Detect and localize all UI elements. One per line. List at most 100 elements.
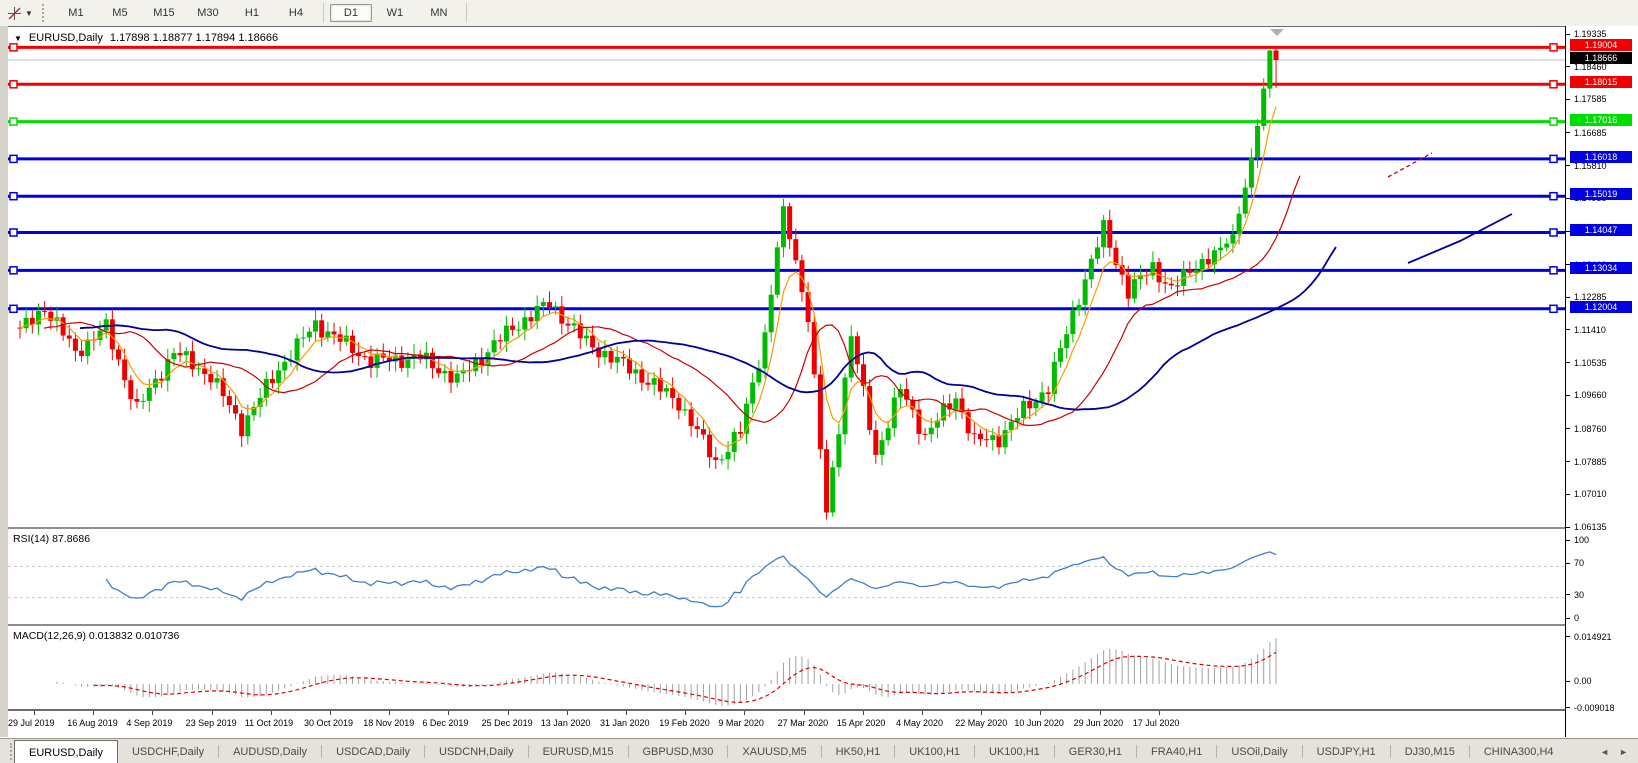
date-axis[interactable]: 29 Jul 201916 Aug 20194 Sep 201923 Sep 2… xyxy=(8,709,1565,740)
candle-body xyxy=(978,434,983,440)
candle-body xyxy=(122,359,127,380)
chart-tab-audusd-daily[interactable]: AUDUSD,Daily xyxy=(219,739,321,763)
date-label: 27 Mar 2020 xyxy=(778,718,829,728)
candle-body xyxy=(676,398,681,411)
red-dashed-segment[interactable] xyxy=(1388,153,1432,177)
chart-tab-gbpusd-m30[interactable]: GBPUSD,M30 xyxy=(629,739,728,763)
candle-body xyxy=(590,336,595,348)
axis-tick-mark xyxy=(1566,395,1570,396)
tabbar-grip[interactable] xyxy=(2,743,12,760)
chart-shift-marker-icon[interactable] xyxy=(1270,29,1284,36)
chart-tab-eurusd-m15[interactable]: EURUSD,M15 xyxy=(529,739,628,763)
line-price-label: 1.12004 xyxy=(1570,301,1632,313)
axis-tick-mark xyxy=(1566,329,1570,330)
toolbar-separator xyxy=(323,3,324,23)
tab-scroll-right-icon[interactable]: ► xyxy=(1619,747,1628,757)
line-handle[interactable] xyxy=(1550,193,1557,200)
line-handle[interactable] xyxy=(10,267,17,274)
line-handle[interactable] xyxy=(1550,44,1557,51)
moving-average-mid[interactable] xyxy=(44,176,1300,426)
date-label: 9 Mar 2020 xyxy=(718,718,764,728)
candle-body xyxy=(215,378,220,382)
candle-body xyxy=(824,449,829,512)
candle-body xyxy=(572,323,577,325)
line-handle[interactable] xyxy=(10,229,17,236)
chart-tab-usoil-daily[interactable]: USOil,Daily xyxy=(1217,739,1301,763)
line-handle[interactable] xyxy=(10,44,17,51)
chart-tab-xauusd-m5[interactable]: XAUUSD,M5 xyxy=(728,739,820,763)
chart-window: ▼ EURUSD,Daily 1.17898 1.18877 1.17894 1… xyxy=(8,26,1565,738)
candle-body xyxy=(670,388,675,398)
date-label: 19 Feb 2020 xyxy=(659,718,710,728)
rsi-panel[interactable]: RSI(14) 87.8686 xyxy=(8,527,1565,626)
main-chart-panel[interactable]: ▼ EURUSD,Daily 1.17898 1.18877 1.17894 1… xyxy=(8,27,1565,527)
axis-tick-mark xyxy=(1566,563,1570,564)
macd-plot[interactable] xyxy=(8,626,1565,709)
tab-scroll-left-icon[interactable]: ◄ xyxy=(1600,747,1609,757)
candle-body xyxy=(1267,50,1272,88)
chart-tab-usdcnh-daily[interactable]: USDCNH,Daily xyxy=(425,739,528,763)
line-handle[interactable] xyxy=(1550,155,1557,162)
crosshair-tool-icon[interactable] xyxy=(4,4,24,22)
timeframe-button-h1[interactable]: H1 xyxy=(231,4,273,22)
candle-body xyxy=(492,340,497,352)
date-tick-mark xyxy=(685,711,686,715)
line-handle[interactable] xyxy=(1550,229,1557,236)
candlestick-chart[interactable] xyxy=(8,27,1565,527)
chart-tab-eurusd-daily[interactable]: EURUSD,Daily xyxy=(14,740,118,763)
price-axis-tick: 1.17585 xyxy=(1574,94,1607,104)
timeframe-button-m30[interactable]: M30 xyxy=(187,4,229,22)
chart-tab-dj30-m15[interactable]: DJ30,M15 xyxy=(1391,739,1469,763)
line-handle[interactable] xyxy=(10,193,17,200)
line-handle[interactable] xyxy=(10,305,17,312)
chart-tab-ger30-h1[interactable]: GER30,H1 xyxy=(1055,739,1136,763)
timeframe-button-h4[interactable]: H4 xyxy=(275,4,317,22)
price-axis-tick: 1.19335 xyxy=(1574,29,1607,39)
candle-body xyxy=(442,371,447,373)
axis-tick-mark xyxy=(1566,428,1570,429)
timeframe-button-m15[interactable]: M15 xyxy=(143,4,185,22)
chart-tab-china300-h4[interactable]: CHINA300,H4 xyxy=(1470,739,1568,763)
timeframe-button-mn[interactable]: MN xyxy=(418,4,460,22)
chart-ohlc-values: 1.17898 1.18877 1.17894 1.18666 xyxy=(110,32,278,44)
chart-tab-fra40-h1[interactable]: FRA40,H1 xyxy=(1137,739,1216,763)
date-label: 23 Sep 2019 xyxy=(186,718,237,728)
date-tick-mark xyxy=(508,711,509,715)
blue-curve-segment[interactable] xyxy=(1408,214,1512,263)
chart-tab-usdcad-daily[interactable]: USDCAD,Daily xyxy=(322,739,424,763)
price-axis-tick: 1.06135 xyxy=(1574,522,1607,532)
chart-tab-hk50-h1[interactable]: HK50,H1 xyxy=(822,739,895,763)
rsi-axis-tick: 30 xyxy=(1574,590,1584,600)
rsi-plot[interactable] xyxy=(8,529,1565,624)
macd-axis-tick: 0.014921 xyxy=(1574,632,1612,642)
axis-tick-mark xyxy=(1566,618,1570,619)
date-label: 29 Jul 2019 xyxy=(8,718,55,728)
line-handle[interactable] xyxy=(1550,81,1557,88)
candle-body xyxy=(818,374,823,449)
line-handle[interactable] xyxy=(1550,305,1557,312)
chart-tab-uk100-h1[interactable]: UK100,H1 xyxy=(975,739,1054,763)
macd-panel[interactable]: MACD(12,26,9) 0.013832 0.010736 xyxy=(8,624,1565,711)
date-tick-mark xyxy=(567,711,568,715)
timeframe-button-m5[interactable]: M5 xyxy=(99,4,141,22)
timeframe-button-w1[interactable]: W1 xyxy=(374,4,416,22)
toolbar-grip[interactable] xyxy=(42,4,48,22)
chart-menu-triangle-icon[interactable]: ▼ xyxy=(14,34,22,43)
line-handle[interactable] xyxy=(1550,267,1557,274)
candle-body xyxy=(1021,401,1026,418)
price-axis[interactable]: 1.193351.184601.175851.166851.158101.149… xyxy=(1565,26,1638,737)
line-handle[interactable] xyxy=(1550,118,1557,125)
chart-tab-uk100-h1[interactable]: UK100,H1 xyxy=(895,739,974,763)
chevron-down-icon[interactable]: ▼ xyxy=(25,9,33,18)
candle-body xyxy=(522,317,527,329)
chart-tab-usdchf-daily[interactable]: USDCHF,Daily xyxy=(118,739,218,763)
chart-tab-usdjpy-h1[interactable]: USDJPY,H1 xyxy=(1303,739,1390,763)
timeframe-button-d1[interactable]: D1 xyxy=(330,4,372,22)
timeframe-button-m1[interactable]: M1 xyxy=(55,4,97,22)
mt4-window: ▼ M1M5M15M30H1H4 D1W1MN ▼ EURUSD,Daily 1.… xyxy=(0,0,1638,763)
line-handle[interactable] xyxy=(10,118,17,125)
line-handle[interactable] xyxy=(10,81,17,88)
date-tick-mark xyxy=(93,711,94,715)
line-handle[interactable] xyxy=(10,155,17,162)
candle-body xyxy=(301,337,306,338)
